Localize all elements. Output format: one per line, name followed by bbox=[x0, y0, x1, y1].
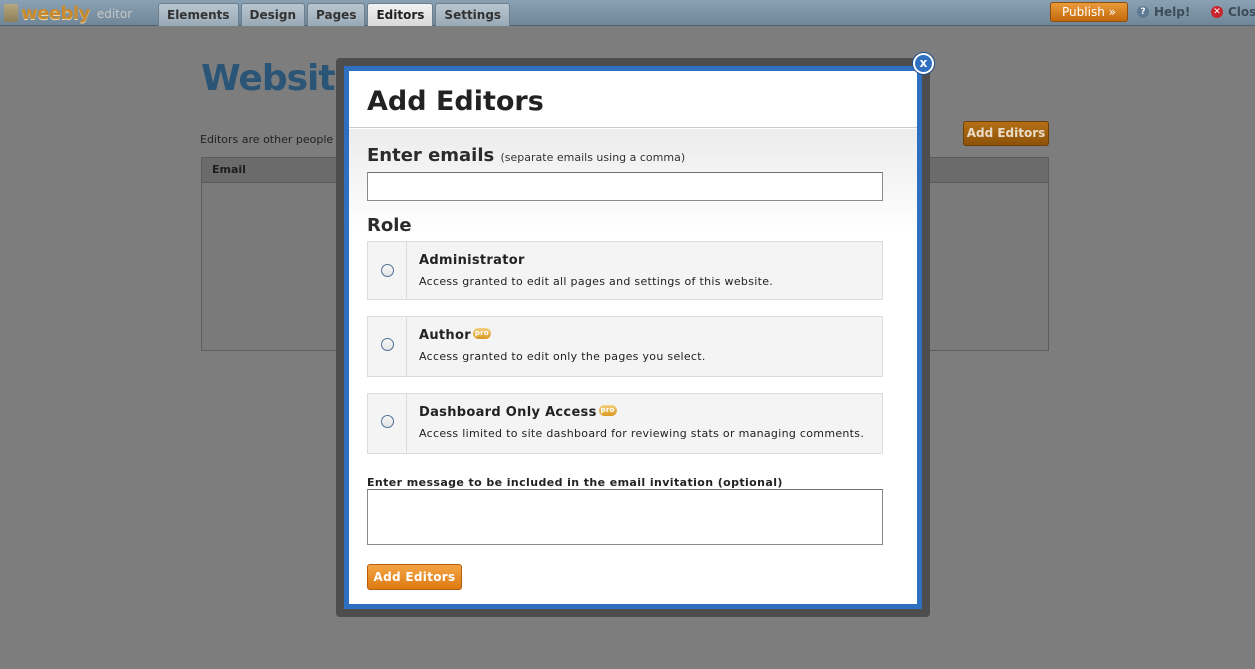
main-tabs: Elements Design Pages Editors Settings bbox=[158, 3, 511, 26]
pro-badge-icon: pro bbox=[598, 405, 617, 416]
logo-text: weebly bbox=[21, 2, 90, 24]
tab-editors[interactable]: Editors bbox=[367, 3, 434, 26]
dialog-border: Add Editors Enter emails (separate email… bbox=[344, 66, 922, 609]
close-label: Close bbox=[1228, 5, 1255, 19]
emails-input[interactable] bbox=[367, 172, 883, 201]
emails-hint: (separate emails using a comma) bbox=[500, 151, 686, 164]
role-option-administrator[interactable]: Administrator Access granted to edit all… bbox=[367, 241, 883, 300]
role-description-administrator: Access granted to edit all pages and set… bbox=[419, 275, 774, 288]
dialog-panel: Add Editors Enter emails (separate email… bbox=[349, 71, 917, 604]
add-editors-dialog: Add Editors Enter emails (separate email… bbox=[336, 58, 930, 617]
dialog-title: Add Editors bbox=[367, 86, 544, 117]
role-radio-administrator[interactable] bbox=[381, 264, 394, 277]
add-editors-submit-button[interactable]: Add Editors bbox=[367, 564, 462, 590]
pro-badge-icon: pro bbox=[472, 328, 491, 339]
role-label: Role bbox=[367, 215, 412, 236]
message-input[interactable] bbox=[367, 489, 883, 545]
top-bar: weebly editor Elements Design Pages Edit… bbox=[0, 0, 1255, 26]
role-radio-dashboard-only[interactable] bbox=[381, 415, 394, 428]
role-option-author[interactable]: Author pro Access granted to edit only th… bbox=[367, 316, 883, 377]
dialog-close-icon[interactable]: x bbox=[913, 53, 934, 74]
role-title-administrator: Administrator bbox=[419, 253, 525, 268]
dialog-header: Add Editors bbox=[349, 71, 917, 128]
role-radio-cell bbox=[368, 317, 407, 376]
role-title-dashboard-only: Dashboard Only Access pro bbox=[419, 405, 617, 420]
role-radio-cell bbox=[368, 242, 407, 299]
help-label: Help! bbox=[1154, 5, 1191, 19]
role-title-author: Author pro bbox=[419, 328, 491, 343]
emails-label: Enter emails (separate emails using a co… bbox=[367, 145, 685, 166]
help-icon: ? bbox=[1137, 6, 1149, 18]
role-radio-cell bbox=[368, 394, 407, 453]
message-label: Enter message to be included in the emai… bbox=[367, 476, 783, 489]
emails-label-text: Enter emails bbox=[367, 145, 495, 166]
weebly-logo: weebly editor bbox=[4, 1, 132, 25]
close-icon: ✕ bbox=[1211, 6, 1223, 18]
tab-settings[interactable]: Settings bbox=[435, 3, 511, 26]
role-option-dashboard-only[interactable]: Dashboard Only Access pro Access limited … bbox=[367, 393, 883, 454]
weebly-logo-icon bbox=[4, 4, 18, 22]
role-radio-author[interactable] bbox=[381, 338, 394, 351]
page-description: Editors are other people you bbox=[200, 133, 357, 146]
tab-pages[interactable]: Pages bbox=[307, 3, 366, 26]
publish-button[interactable]: Publish » bbox=[1050, 2, 1128, 22]
tab-design[interactable]: Design bbox=[240, 3, 306, 26]
tab-elements[interactable]: Elements bbox=[158, 3, 239, 26]
role-description-dashboard-only: Access limited to site dashboard for rev… bbox=[419, 427, 865, 440]
page-title: Website bbox=[201, 58, 359, 99]
background-add-editors-button: Add Editors bbox=[963, 121, 1049, 146]
logo-subtitle: editor bbox=[96, 7, 133, 21]
role-title-dashboard-text: Dashboard Only Access bbox=[419, 405, 597, 420]
help-link[interactable]: ? Help! bbox=[1137, 4, 1190, 20]
role-title-author-text: Author bbox=[419, 328, 471, 343]
role-description-author: Access granted to edit only the pages yo… bbox=[419, 350, 706, 363]
close-editor-link[interactable]: ✕ Close bbox=[1211, 4, 1255, 20]
dialog-body: Enter emails (separate emails using a co… bbox=[349, 129, 917, 604]
